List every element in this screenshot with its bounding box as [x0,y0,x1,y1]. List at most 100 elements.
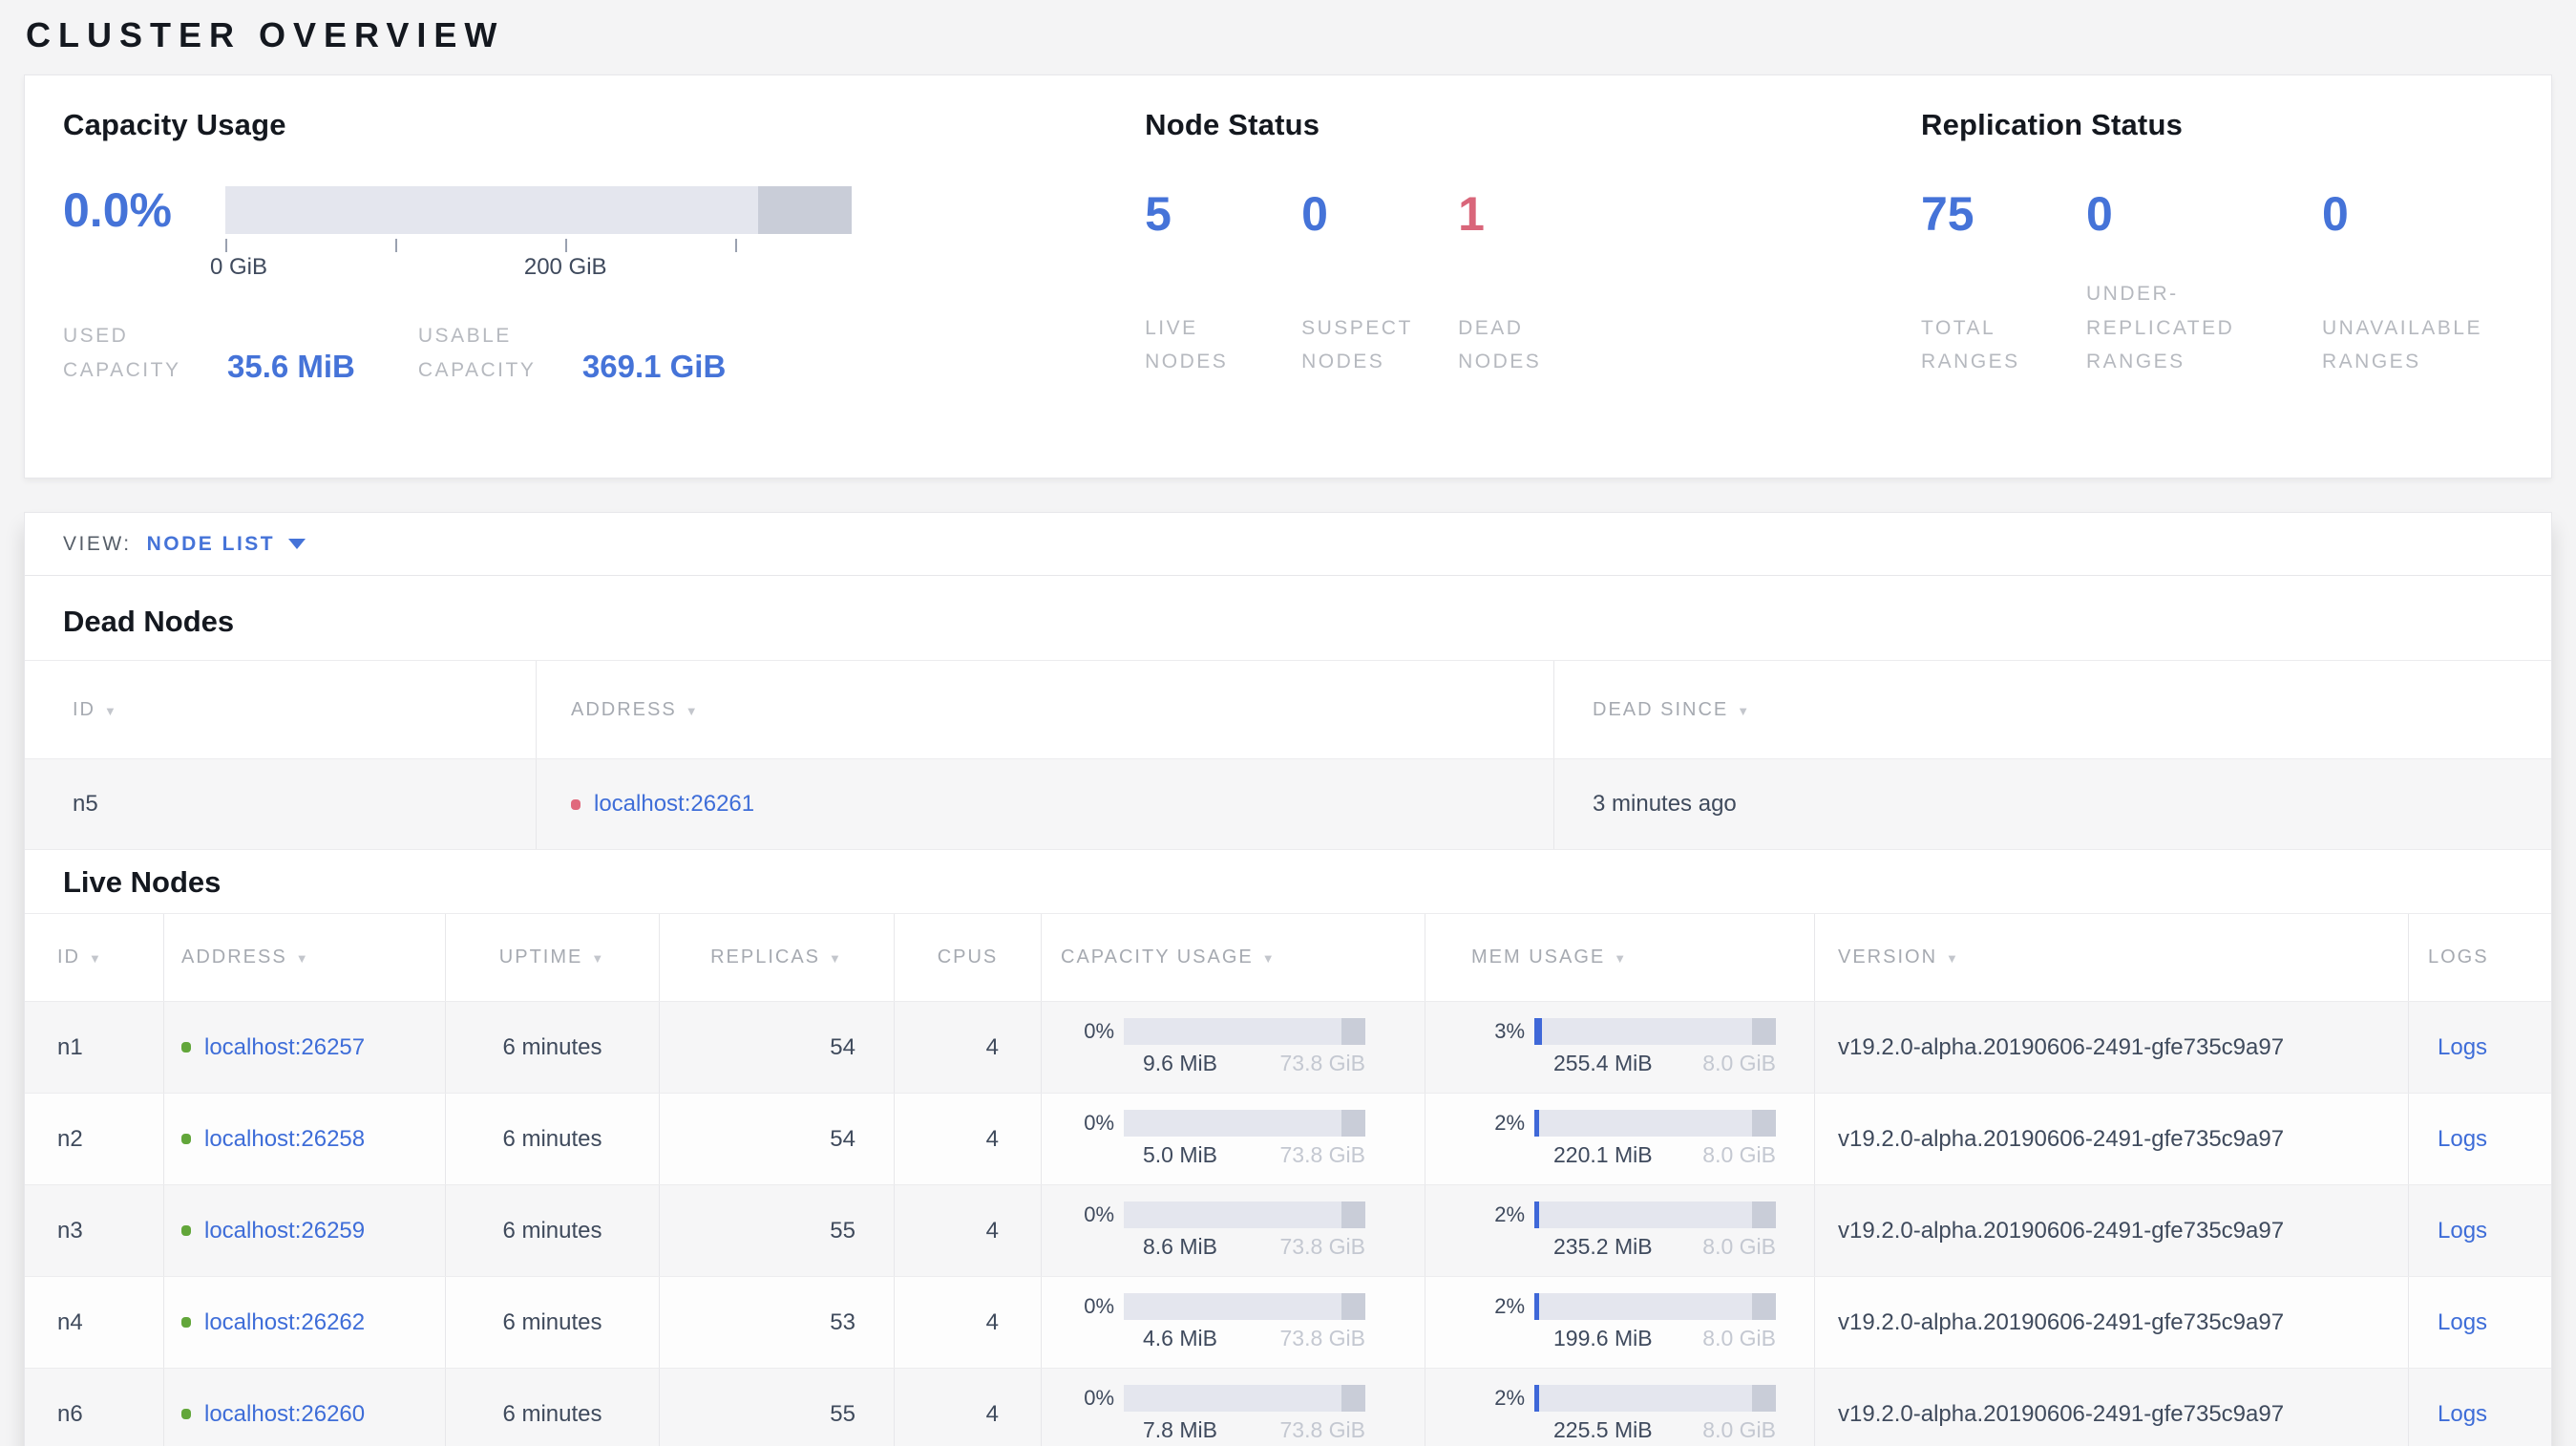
node-id: n6 [25,1369,164,1446]
node-status-section: Node Status 5 LIVE NODES 0 SUSPECT NODES… [1145,108,1921,445]
live-col-id[interactable]: ID [25,914,164,1001]
sort-caret-icon [677,699,700,721]
mem-used-value: 220.1 MiB [1553,1142,1653,1167]
live-node-row: n4 localhost:26262 6 minutes 53 4 0% 4.6… [25,1276,2551,1368]
mem-usage-cell: 2% 235.2 MiB 8.0 GiB [1471,1201,1776,1260]
capacity-usage-cell: 0% 4.6 MiB 73.8 GiB [1061,1293,1365,1351]
dead-status-dot-icon [571,798,581,810]
view-selected-value: NODE LIST [146,532,276,555]
node-address-link[interactable]: localhost:26257 [204,1034,365,1061]
node-uptime: 6 minutes [446,1277,660,1368]
mem-bar-reserved-segment [1751,1018,1776,1045]
dead-col-dead-since[interactable]: DEAD SINCE [1554,661,2551,758]
node-id: n1 [25,1002,164,1093]
page-title: CLUSTER OVERVIEW [26,15,505,54]
used-capacity-value: 35.6 MiB [227,349,355,385]
live-node-row: n6 localhost:26260 6 minutes 55 4 0% 7.8… [25,1368,2551,1446]
capacity-total-value: 73.8 GiB [1279,1417,1366,1442]
node-id: n4 [25,1277,164,1368]
mem-bar-reserved-segment [1751,1385,1776,1412]
live-nodes-heading: Live Nodes [63,865,222,899]
capacity-total-value: 73.8 GiB [1279,1234,1366,1259]
capacity-usage-cell: 0% 7.8 MiB 73.8 GiB [1061,1385,1365,1443]
node-address-link[interactable]: localhost:26262 [204,1309,365,1336]
dead-col-id[interactable]: ID [25,661,537,758]
node-address-link[interactable]: localhost:26258 [204,1126,365,1153]
capacity-bar [1124,1110,1365,1137]
node-version: v19.2.0-alpha.20190606-2491-gfe735c9a97 [1815,1094,2409,1184]
sort-caret-icon [1254,946,1277,968]
used-capacity-label: USED CAPACITY [63,325,181,381]
node-address-link[interactable]: localhost:26259 [204,1218,365,1244]
live-nodes-label: LIVE NODES [1145,316,1229,373]
total-ranges-label: TOTAL RANGES [1921,316,2020,373]
mem-used-value: 225.5 MiB [1553,1417,1653,1442]
live-col-version[interactable]: VERSION [1815,914,2409,1001]
capacity-usage-cell: 0% 5.0 MiB 73.8 GiB [1061,1110,1365,1168]
mem-used-value: 199.6 MiB [1553,1326,1653,1350]
node-uptime: 6 minutes [446,1002,660,1093]
sort-caret-icon [95,699,118,721]
under-replicated-ranges-count: 0 [2086,187,2113,241]
node-logs-link[interactable]: Logs [2438,1126,2487,1153]
live-col-capacity-usage[interactable]: CAPACITY USAGE [1042,914,1425,1001]
mem-percent: 2% [1494,1202,1525,1226]
node-id: n3 [25,1185,164,1276]
live-nodes-count: 5 [1145,187,1172,241]
dead-nodes-table-header: ID ADDRESS DEAD SINCE [25,660,2551,758]
capacity-used-value: 9.6 MiB [1143,1051,1217,1075]
view-selector-dropdown[interactable]: NODE LIST [147,533,306,556]
mem-total-value: 8.0 GiB [1702,1234,1776,1259]
capacity-percent: 0% [1084,1202,1114,1226]
dead-node-dead-since: 3 minutes ago [1593,791,1737,817]
node-logs-link[interactable]: Logs [2438,1401,2487,1428]
live-col-replicas[interactable]: REPLICAS [660,914,895,1001]
chevron-down-icon [288,539,306,549]
live-col-address[interactable]: ADDRESS [164,914,446,1001]
capacity-percent: 0% [1084,1019,1114,1043]
live-col-mem-usage[interactable]: MEM USAGE [1425,914,1815,1001]
dead-nodes-metric: 1 DEAD NODES [1458,190,1615,379]
replication-status-title: Replication Status [1921,108,2184,141]
usable-capacity-value: 369.1 GiB [581,349,727,385]
live-status-dot-icon [181,1042,191,1053]
dead-node-address-link[interactable]: localhost:26261 [594,791,754,818]
node-replicas: 54 [660,1002,895,1093]
node-uptime: 6 minutes [446,1185,660,1276]
sort-caret-icon [582,946,605,968]
node-logs-link[interactable]: Logs [2438,1309,2487,1336]
mem-usage-cell: 2% 199.6 MiB 8.0 GiB [1471,1293,1776,1351]
dead-col-address[interactable]: ADDRESS [537,661,1554,758]
node-uptime: 6 minutes [446,1094,660,1184]
live-status-dot-icon [181,1409,191,1419]
node-cpus: 4 [895,1094,1042,1184]
live-status-dot-icon [181,1134,191,1144]
mem-total-value: 8.0 GiB [1702,1326,1776,1350]
mem-percent: 2% [1494,1111,1525,1135]
node-logs-link[interactable]: Logs [2438,1218,2487,1244]
capacity-gauge-bar [225,186,852,234]
node-cpus: 4 [895,1002,1042,1093]
sort-caret-icon [80,946,103,968]
live-status-dot-icon [181,1317,191,1328]
mem-bar [1534,1385,1776,1412]
live-col-uptime[interactable]: UPTIME [446,914,660,1001]
unavailable-ranges-count: 0 [2322,187,2349,241]
capacity-percent: 0% [1084,1386,1114,1410]
capacity-axis-label-0: 0 GiB [209,254,268,280]
mem-bar-fill [1534,1110,1540,1137]
capacity-used-value: 5.0 MiB [1143,1142,1217,1167]
node-version: v19.2.0-alpha.20190606-2491-gfe735c9a97 [1815,1369,2409,1446]
capacity-gauge: 0 GiB 200 GiB [210,186,852,281]
mem-bar-reserved-segment [1751,1110,1776,1137]
capacity-bar-reserved-segment [1341,1293,1365,1320]
mem-used-value: 235.2 MiB [1553,1234,1653,1259]
node-logs-link[interactable]: Logs [2438,1034,2487,1061]
view-bar: VIEW: NODE LIST [25,513,2551,576]
capacity-percent: 0% [1084,1111,1114,1135]
node-version: v19.2.0-alpha.20190606-2491-gfe735c9a97 [1815,1002,2409,1093]
live-nodes-table-header: ID ADDRESS UPTIME REPLICAS CPUS CAPACITY… [25,913,2551,1001]
node-address-link[interactable]: localhost:26260 [204,1401,365,1428]
node-version: v19.2.0-alpha.20190606-2491-gfe735c9a97 [1815,1277,2409,1368]
mem-total-value: 8.0 GiB [1702,1142,1776,1167]
